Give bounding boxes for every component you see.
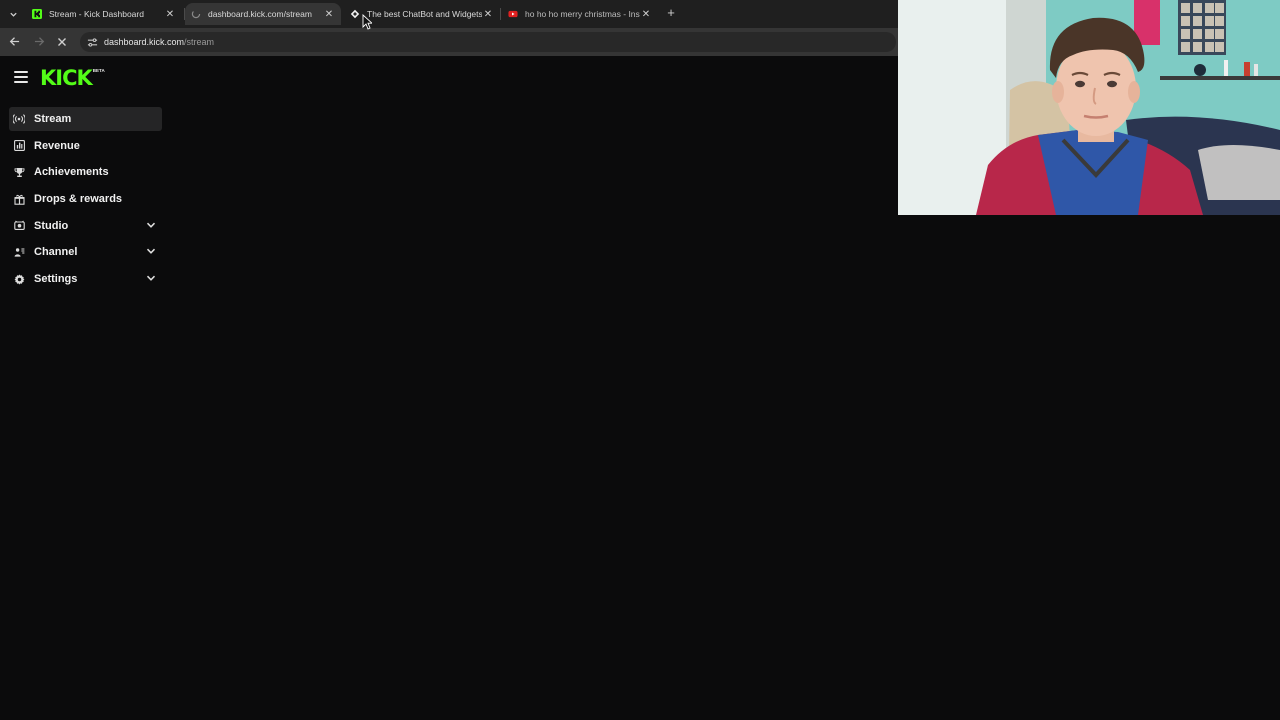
close-tab-icon[interactable]: ✕ — [640, 9, 652, 20]
chevron-down-icon — [146, 275, 156, 282]
sidebar-item-label: Channel — [34, 246, 78, 259]
hamburger-menu-icon[interactable] — [14, 71, 28, 83]
tab-divider — [500, 8, 501, 20]
browser-tab-youtube[interactable]: ho ho ho merry christmas - Inst ✕ — [502, 3, 658, 25]
arrow-right-icon — [34, 37, 44, 46]
sidebar-item-label: Revenue — [34, 139, 80, 152]
site-settings-icon[interactable] — [86, 36, 98, 48]
address-bar[interactable]: dashboard.kick.com/stream — [80, 32, 896, 52]
stop-loading-button[interactable] — [54, 34, 70, 50]
plus-icon[interactable]: + — [664, 6, 678, 20]
gear-icon — [13, 273, 25, 285]
kick-icon — [32, 9, 42, 19]
tab-title: dashboard.kick.com/stream — [208, 9, 312, 19]
close-icon — [58, 38, 66, 46]
trophy-icon — [13, 166, 25, 178]
beta-badge: BETA — [92, 68, 105, 73]
logo-wordmark: KICK — [40, 66, 93, 90]
chevron-down-icon — [9, 12, 17, 17]
revenue-chart-icon — [13, 140, 25, 152]
sidebar-item-channel[interactable]: Channel — [9, 240, 162, 264]
url-path: /stream — [184, 37, 215, 47]
chevron-down-icon — [146, 222, 156, 228]
sidebar-item-drops-rewards[interactable]: Drops & rewards — [9, 187, 162, 211]
forward-button[interactable] — [31, 34, 47, 50]
sidebar-item-stream[interactable]: Stream — [9, 107, 162, 131]
close-tab-icon[interactable]: ✕ — [323, 9, 335, 20]
sidebar-item-settings[interactable]: Settings — [9, 267, 162, 291]
studio-icon — [13, 220, 25, 232]
close-tab-icon[interactable]: ✕ — [164, 9, 176, 20]
kick-logo[interactable]: KICK BETA — [40, 66, 105, 90]
browser-tab-strip: Stream - Kick Dashboard ✕ dashboard.kick… — [0, 0, 898, 28]
sidebar-item-label: Achievements — [34, 166, 109, 179]
youtube-icon — [508, 9, 518, 19]
arrow-left-icon — [9, 37, 19, 46]
back-button[interactable] — [6, 34, 22, 50]
sidebar-item-label: Settings — [34, 273, 78, 286]
sidebar-item-studio[interactable]: Studio — [9, 214, 162, 238]
close-tab-icon[interactable]: ✕ — [482, 9, 494, 20]
sidebar-item-label: Studio — [34, 219, 69, 232]
tab-title: Stream - Kick Dashboard — [49, 9, 144, 19]
webcam-overlay — [898, 0, 1280, 215]
webcam-person-image — [898, 0, 1280, 215]
dashboard-sidebar: Stream Revenue Achievements Drops & rewa… — [9, 107, 162, 294]
sidebar-item-label: Drops & rewards — [34, 193, 123, 206]
botrix-icon — [350, 9, 360, 19]
sidebar-item-label: Stream — [34, 113, 72, 125]
mouse-cursor-icon — [362, 14, 372, 30]
chevron-down-icon — [146, 249, 156, 255]
browser-tab-kick-dashboard[interactable]: Stream - Kick Dashboard ✕ — [26, 3, 182, 25]
tab-search-button[interactable] — [4, 5, 22, 23]
tab-title: The best ChatBot and Widgets — [367, 9, 482, 19]
channel-icon — [13, 246, 25, 258]
url-host: dashboard.kick.com — [104, 37, 185, 47]
browser-tab-dashboard-stream[interactable]: dashboard.kick.com/stream ✕ — [185, 3, 341, 25]
gift-icon — [13, 193, 25, 205]
tab-title: ho ho ho merry christmas - Inst — [525, 9, 640, 19]
sidebar-item-revenue[interactable]: Revenue — [9, 134, 162, 158]
loading-spinner-icon — [191, 9, 201, 19]
sidebar-item-achievements[interactable]: Achievements — [9, 160, 162, 184]
broadcast-icon — [13, 113, 25, 125]
browser-toolbar: dashboard.kick.com/stream — [0, 28, 898, 56]
